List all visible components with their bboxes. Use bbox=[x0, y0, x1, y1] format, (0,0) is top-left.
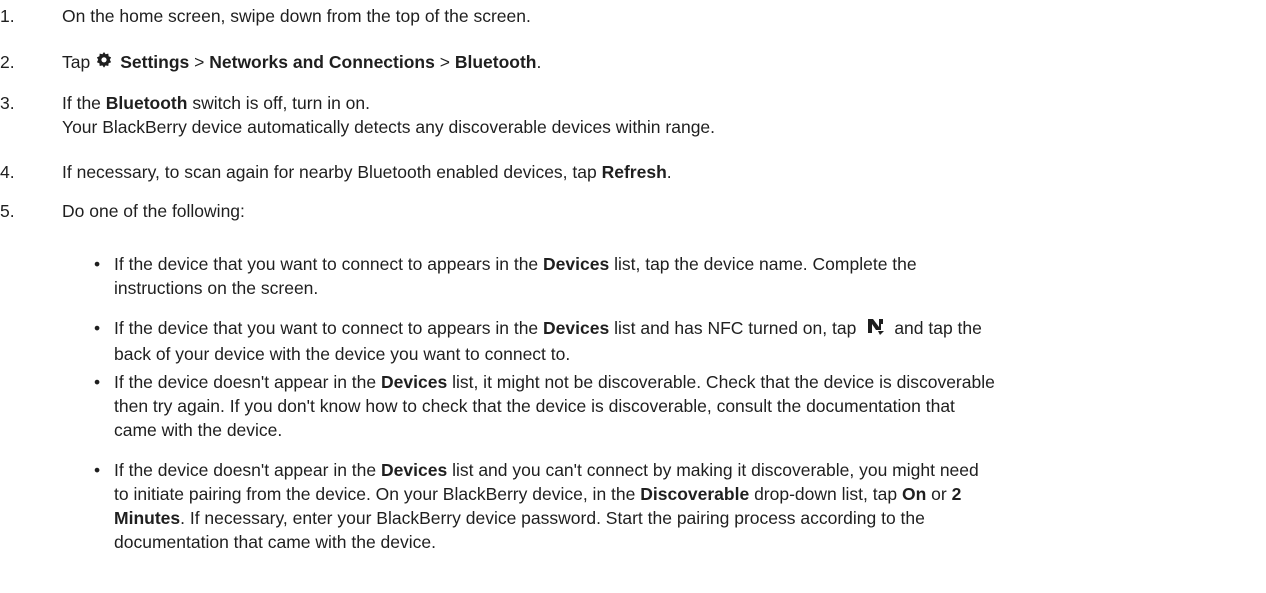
gear-icon bbox=[94, 50, 114, 76]
bullet-marker: • bbox=[94, 254, 101, 274]
bullet-text: If the device that you want to connect t… bbox=[114, 316, 982, 365]
step-number: 1. bbox=[0, 6, 15, 26]
step-number: 3. bbox=[0, 93, 15, 113]
step-text: Do one of the following: bbox=[62, 201, 245, 221]
step-number: 2. bbox=[0, 52, 15, 72]
bullet-text: If the device doesn't appear in the Devi… bbox=[114, 460, 979, 552]
step-text: If the Bluetooth switch is off, turn in … bbox=[62, 93, 716, 137]
bullet-marker: • bbox=[94, 318, 101, 338]
step-text: If necessary, to scan again for nearby B… bbox=[62, 162, 672, 182]
bullet-text: If the device doesn't appear in the Devi… bbox=[114, 372, 995, 440]
step-text: Tap Settings > Networks and Connections >… bbox=[62, 50, 1252, 76]
step-number: 4. bbox=[0, 162, 15, 182]
nfc-icon bbox=[866, 316, 886, 342]
bullet-text: If the device that you want to connect t… bbox=[114, 254, 917, 298]
bullet-marker: • bbox=[94, 460, 101, 480]
bullet-marker: • bbox=[94, 372, 101, 392]
step-text: On the home screen, swipe down from the … bbox=[62, 6, 531, 26]
step-number: 5. bbox=[0, 201, 15, 221]
